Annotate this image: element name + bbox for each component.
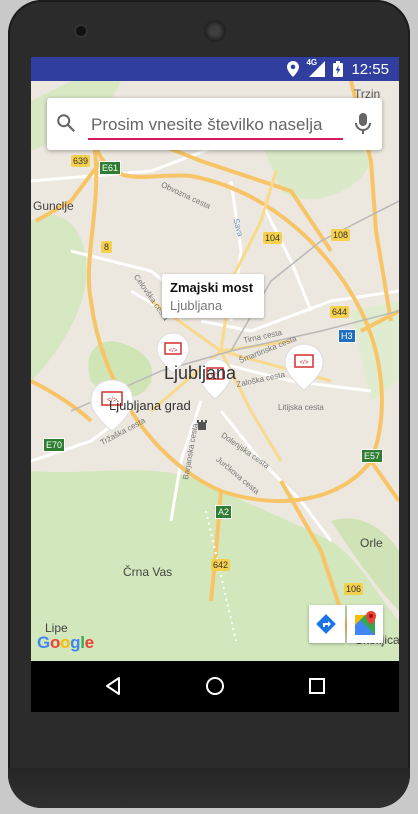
road-badge: E61	[99, 161, 122, 175]
map-label-ljubljana: Ljubljana	[164, 363, 237, 383]
battery-icon	[333, 61, 344, 77]
recents-icon[interactable]	[308, 677, 326, 695]
google-maps-icon	[355, 611, 376, 635]
road-badge: 8	[101, 241, 113, 253]
road-badge: 104	[263, 232, 283, 244]
navigation-bar	[31, 661, 399, 712]
road-badge: 108	[331, 229, 351, 241]
directions-button[interactable]	[309, 605, 345, 643]
svg-text:</>: </>	[300, 360, 309, 366]
road-badge: 644	[330, 306, 350, 318]
map-label-ljubljana-grad: Ljubljana grad	[109, 398, 191, 413]
home-icon[interactable]	[204, 675, 226, 697]
screen: 4G 12:55 </> </> </> </> Trzin Guncljе L…	[31, 57, 399, 712]
search-bar	[47, 98, 382, 150]
road-badge: A2	[215, 505, 233, 519]
marker-info-window[interactable]: Zmajski most Ljubljana	[162, 274, 264, 318]
road-badge: E57	[361, 449, 384, 463]
front-camera	[76, 26, 86, 36]
road-badge: 639	[71, 155, 91, 167]
directions-icon	[316, 614, 336, 634]
map-label-gunclje: Guncljе	[33, 199, 74, 213]
location-icon	[287, 61, 300, 77]
map-label-crna-vas: Črna Vas	[123, 565, 173, 579]
road-badge: 106	[344, 583, 364, 595]
clock: 12:55	[351, 60, 389, 78]
map-view[interactable]: </> </> </> </> Trzin Guncljе Ljubljana …	[31, 81, 399, 661]
street-label: Litijska cesta	[278, 403, 324, 412]
status-bar: 4G 12:55	[31, 57, 399, 81]
info-window-title: Zmajski most	[170, 280, 254, 295]
search-input[interactable]	[88, 112, 343, 140]
svg-text:</>: </>	[169, 348, 178, 354]
open-in-maps-button[interactable]	[347, 605, 383, 643]
earpiece-speaker	[204, 20, 226, 42]
google-logo: Google	[37, 633, 94, 652]
network-type: 4G	[306, 58, 318, 67]
signal-icon: 4G	[306, 58, 326, 77]
road-badge: 642	[211, 559, 231, 571]
info-window-subtitle: Ljubljana	[170, 298, 223, 313]
phone-frame: 4G 12:55 </> </> </> </> Trzin Guncljе L…	[8, 0, 410, 808]
road-badge: E70	[43, 438, 66, 452]
search-icon	[57, 114, 76, 133]
microphone-icon[interactable]	[353, 112, 373, 136]
map-label-orle: Orle	[360, 536, 383, 550]
road-badge: H3	[338, 329, 356, 343]
back-icon[interactable]	[103, 676, 123, 696]
